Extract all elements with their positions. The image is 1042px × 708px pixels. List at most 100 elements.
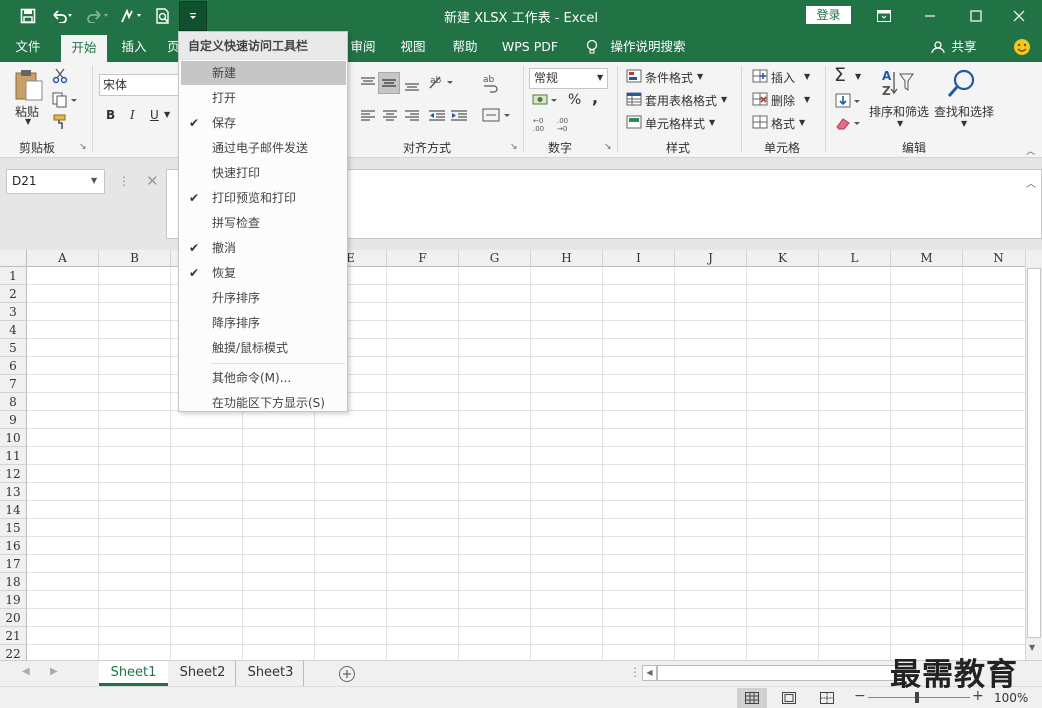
increase-decimal-icon[interactable]: ←0.00 [532,116,550,135]
conditional-format-chevron-down-icon[interactable]: ▼ [697,72,703,81]
share-user-icon[interactable] [928,32,948,62]
fill-icon[interactable] [835,93,863,112]
row-header[interactable]: 22 [0,645,27,660]
find-select-button[interactable]: 查找和选择 [934,103,994,120]
minimize-icon[interactable] [907,0,953,32]
paste-dropdown-icon[interactable]: ▼ [25,117,31,126]
increase-indent-icon[interactable] [450,109,468,126]
row-header[interactable]: 10 [0,429,27,447]
menu-item[interactable]: ✔ 撤消 [181,236,346,260]
cell-style-button[interactable]: 单元格样式 [645,115,705,132]
column-header[interactable]: L [819,250,891,267]
insert-cells-button[interactable]: 插入 [771,69,795,86]
row-header[interactable]: 14 [0,501,27,519]
collapse-formula-bar-icon[interactable]: ︿ [1026,175,1036,190]
next-sheet-icon[interactable]: ▶ [50,666,58,677]
tab-home[interactable]: 开始 [61,35,107,62]
row-header[interactable]: 6 [0,357,27,375]
align-middle-icon[interactable] [378,72,400,94]
menu-item[interactable]: ✔ 保存 [181,111,346,135]
cancel-entry-icon[interactable]: ✕ [146,172,159,190]
zoom-slider-track[interactable] [868,697,970,698]
column-header[interactable]: J [675,250,747,267]
copy-icon[interactable] [52,92,78,111]
row-header[interactable]: 3 [0,303,27,321]
ribbon-display-icon[interactable] [861,0,907,32]
find-select-chevron-down-icon[interactable]: ▼ [961,119,967,128]
sort-filter-button[interactable]: 排序和筛选 [869,103,929,120]
decrease-indent-icon[interactable] [428,109,446,126]
row-header[interactable]: 16 [0,537,27,555]
clear-icon[interactable] [835,115,863,134]
row-header[interactable]: 1 [0,267,27,285]
menu-item[interactable]: 通过电子邮件发送 [181,136,346,160]
merge-center-icon[interactable] [482,107,512,126]
wrap-text-icon[interactable]: ab [482,74,500,97]
tab-review[interactable]: 审阅 [342,32,384,62]
column-header[interactable]: K [747,250,819,267]
normal-view-icon[interactable] [737,688,767,708]
name-box-chevron-down-icon[interactable]: ▼ [91,176,97,185]
clipboard-launcher-icon[interactable]: ↘ [79,142,87,152]
smiley-icon[interactable] [1010,32,1034,62]
more-commands-item[interactable]: 其他命令(M)... [181,366,346,390]
bold-button[interactable]: B [106,108,115,122]
menu-item[interactable]: 降序排序 [181,311,346,335]
number-launcher-icon[interactable]: ↘ [604,142,612,152]
italic-button[interactable]: I [130,108,135,122]
row-header[interactable]: 20 [0,609,27,627]
format-cells-chevron-down-icon[interactable]: ▼ [799,118,805,127]
sheet-tab-3[interactable]: Sheet3 [238,661,304,686]
menu-item[interactable]: ✔ 打印预览和打印 [181,186,346,210]
insert-cells-chevron-down-icon[interactable]: ▼ [804,72,810,81]
tell-me-search[interactable]: 操作说明搜索 [606,32,690,62]
sort-filter-chevron-down-icon[interactable]: ▼ [897,119,903,128]
zoom-out-icon[interactable]: − [854,688,866,704]
delete-cells-chevron-down-icon[interactable]: ▼ [804,95,810,104]
row-header[interactable]: 19 [0,591,27,609]
prev-sheet-icon[interactable]: ◀ [22,666,30,677]
menu-item[interactable]: 快速打印 [181,161,346,185]
delete-cells-button[interactable]: 删除 [771,92,795,109]
column-header[interactable]: H [531,250,603,267]
percent-button[interactable]: % [568,92,581,108]
cut-icon[interactable] [52,68,68,87]
login-button[interactable]: 登录 [806,6,851,24]
sheet-tab-1[interactable]: Sheet1 [99,661,168,686]
menu-item[interactable]: 新建 [181,61,346,85]
column-header[interactable]: A [27,250,99,267]
worksheet-grid[interactable]: ABCDEFGHIJKLMN12345678910111213141516171… [0,250,1025,660]
autosum-button[interactable]: Σ [834,64,846,86]
orientation-icon[interactable]: ab [428,74,456,93]
row-header[interactable]: 11 [0,447,27,465]
accounting-icon[interactable] [532,92,560,113]
align-top-icon[interactable] [360,76,376,93]
row-header[interactable]: 9 [0,411,27,429]
show-below-ribbon-item[interactable]: 在功能区下方显示(S) [181,391,346,415]
maximize-icon[interactable] [953,0,999,32]
table-format-icon[interactable] [626,92,642,109]
underline-dropdown-icon[interactable]: ▼ [164,110,170,119]
cell-style-icon[interactable] [626,115,642,132]
alignment-launcher-icon[interactable]: ↘ [510,142,518,152]
tab-view[interactable]: 视图 [392,32,434,62]
menu-item[interactable]: 拼写检查 [181,211,346,235]
table-format-button[interactable]: 套用表格格式 [645,92,717,109]
close-icon[interactable] [996,0,1042,32]
column-header[interactable]: F [387,250,459,267]
align-bottom-icon[interactable] [404,76,420,95]
column-header[interactable]: M [891,250,963,267]
decrease-decimal-icon[interactable]: .00 →0 [556,116,574,135]
sort-filter-icon[interactable]: AZ [880,68,914,101]
row-header[interactable]: 4 [0,321,27,339]
scroll-down-icon[interactable]: ▼ [1029,643,1035,652]
align-center-icon[interactable] [382,109,398,126]
row-header[interactable]: 7 [0,375,27,393]
cell-style-chevron-down-icon[interactable]: ▼ [709,118,715,127]
lightbulb-icon[interactable] [582,32,602,62]
column-header[interactable]: G [459,250,531,267]
underline-button[interactable]: U [150,108,159,122]
vertical-scroll-thumb[interactable] [1027,268,1041,638]
delete-cells-icon[interactable] [752,92,768,109]
autosum-chevron-down-icon[interactable]: ▼ [855,72,861,81]
